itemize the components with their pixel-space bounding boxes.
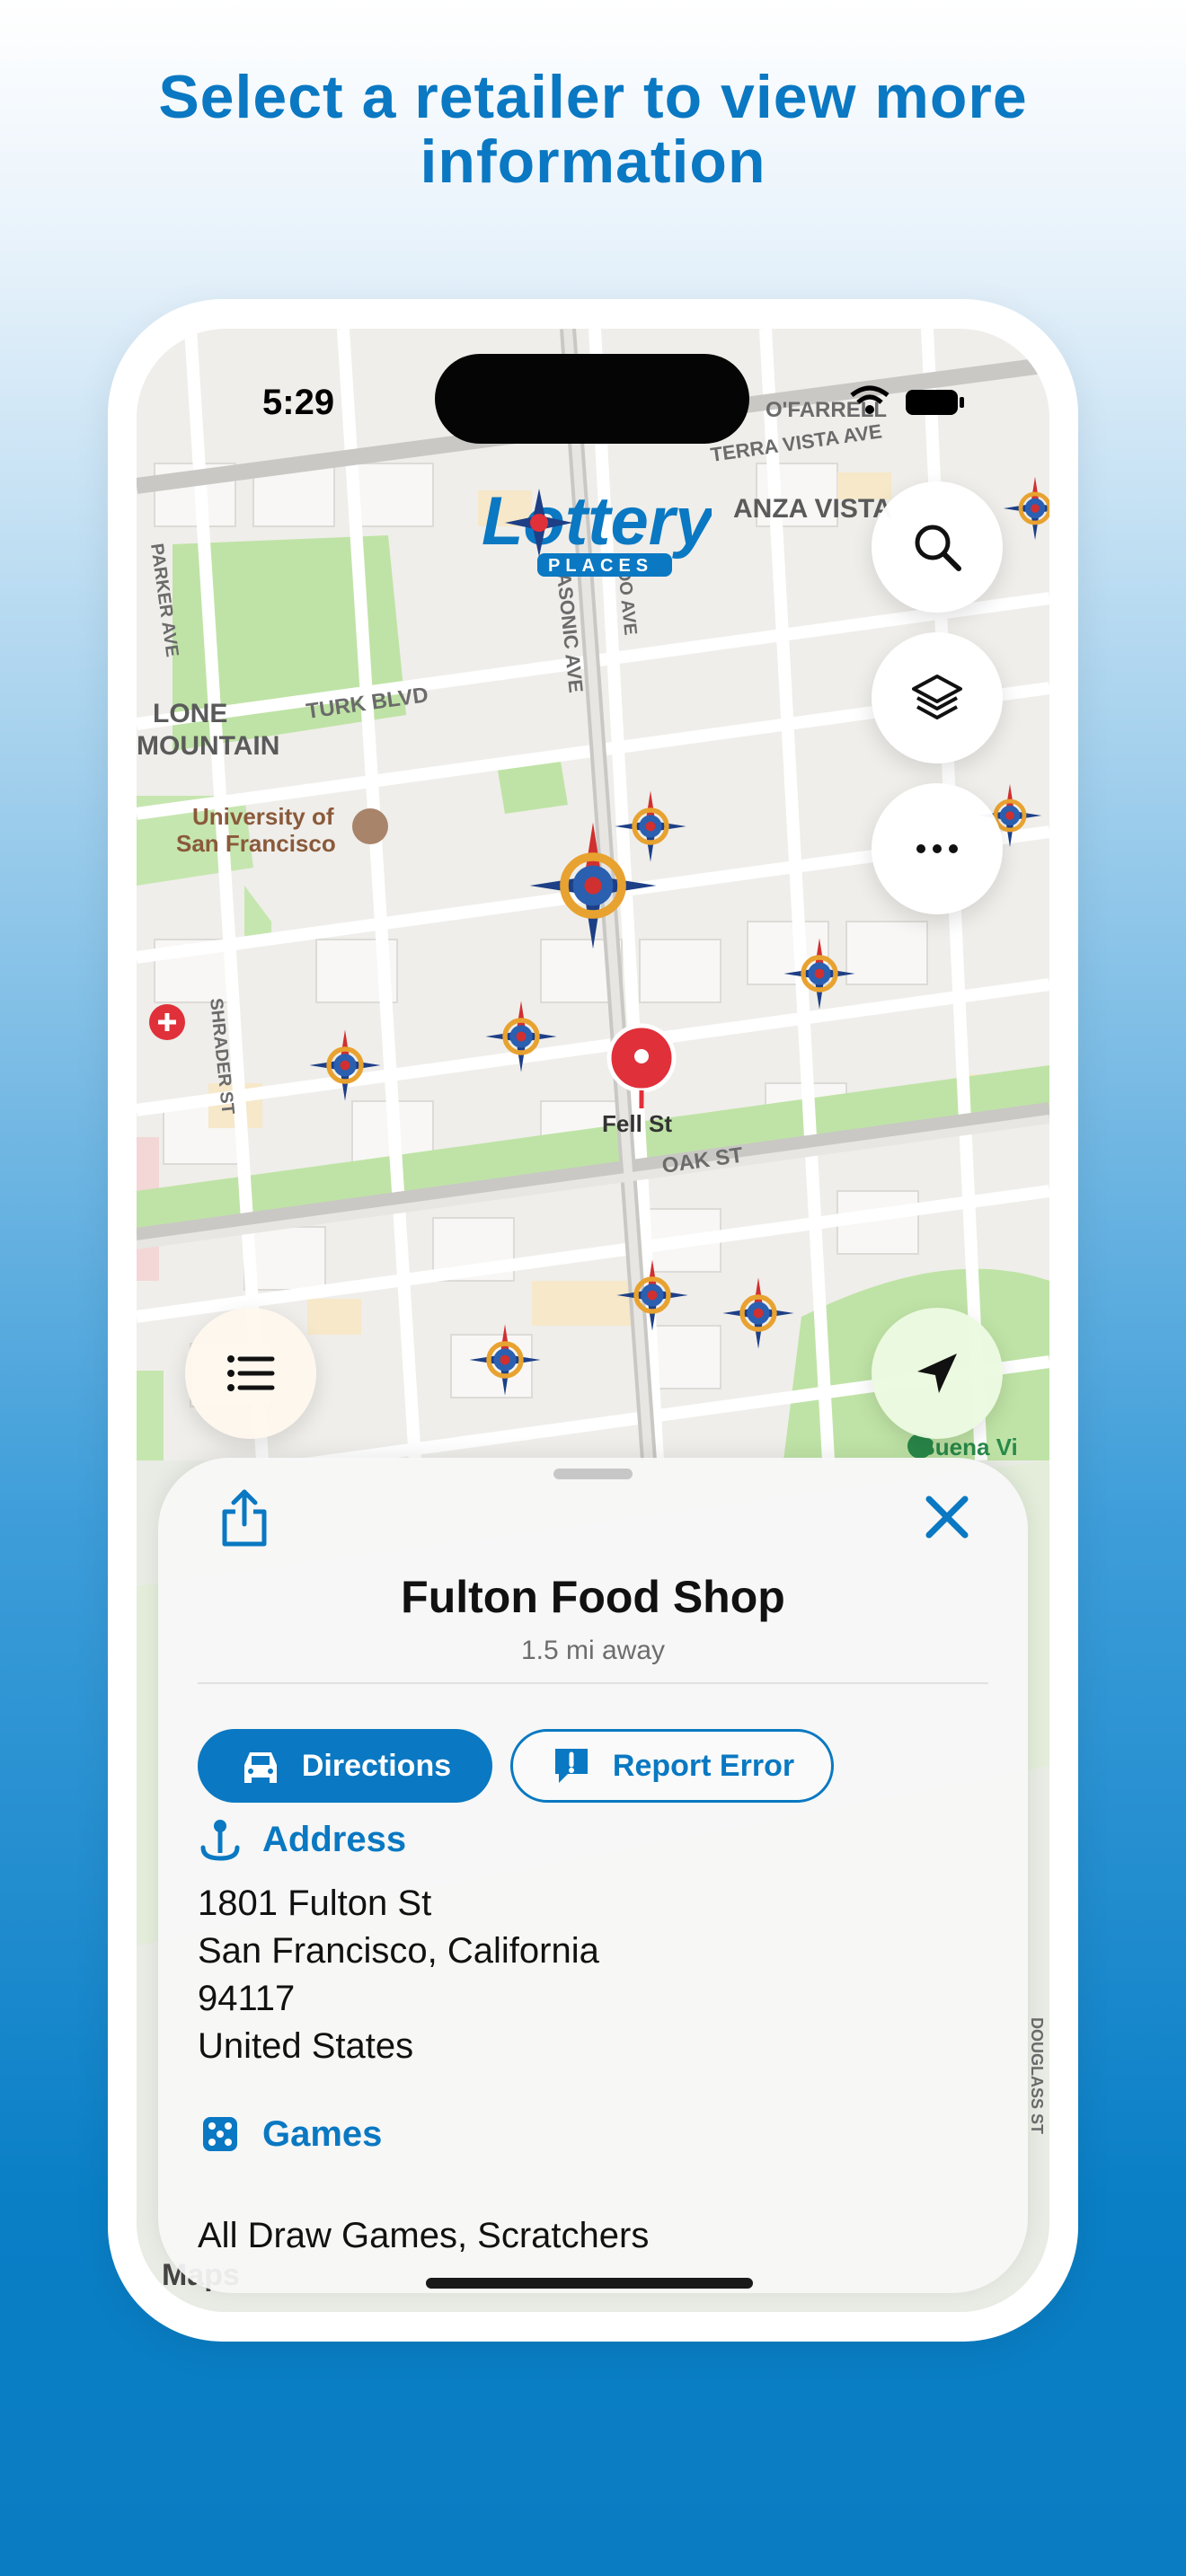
address-line: 94117 — [198, 1979, 296, 2018]
map-layers-button[interactable] — [872, 632, 1003, 763]
dynamic-island — [435, 354, 749, 444]
more-options-button[interactable] — [872, 783, 1003, 914]
report-exclamation-icon — [554, 1749, 588, 1783]
home-indicator[interactable] — [426, 2278, 753, 2289]
retailer-marker[interactable] — [783, 938, 855, 1010]
phone-screen: O'FARRELL TERRA VISTA AVE ANZA VISTA PAR… — [137, 329, 1049, 2312]
retailer-name: Fulton Food Shop — [401, 1572, 785, 1622]
search-icon — [915, 525, 961, 571]
status-time: 5:29 — [262, 383, 335, 422]
location-pin-icon — [200, 1820, 240, 1861]
list-icon — [227, 1355, 275, 1391]
list-view-button[interactable] — [185, 1308, 316, 1439]
share-icon[interactable] — [216, 1486, 273, 1549]
games-heading-label: Games — [262, 2113, 383, 2154]
games-heading: Games — [198, 2112, 382, 2157]
address-line: United States — [198, 2026, 414, 2066]
divider — [198, 1682, 988, 1684]
retailer-marker[interactable] — [485, 1001, 557, 1072]
headline: Select a retailer to view more informati… — [158, 63, 1028, 196]
map-label-douglass: DOUGLASS ST — [1028, 2017, 1046, 2134]
ellipsis-icon — [916, 844, 958, 853]
directions-label: Directions — [301, 1748, 452, 1783]
retailer-distance: 1.5 mi away — [520, 1636, 666, 1665]
address-line: San Francisco, California — [198, 1931, 599, 1971]
retailer-marker[interactable] — [616, 1259, 688, 1331]
retailer-marker[interactable] — [1003, 476, 1049, 541]
car-icon — [243, 1752, 277, 1783]
report-error-button[interactable]: Report Error — [510, 1729, 834, 1803]
retailer-marker[interactable] — [309, 1029, 381, 1101]
games-value: All Draw Games, Scratchers — [198, 2216, 650, 2255]
current-location-button[interactable] — [872, 1308, 1003, 1439]
address-heading-label: Address — [262, 1819, 407, 1859]
retailer-marker[interactable] — [615, 790, 686, 862]
sheet-grabber[interactable] — [553, 1469, 633, 1479]
report-error-label: Report Error — [612, 1748, 795, 1783]
svg-text:PLACES: PLACES — [548, 556, 653, 576]
status-icons — [850, 385, 964, 415]
layers-icon — [912, 675, 962, 719]
retailer-marker[interactable] — [529, 822, 657, 949]
address-heading: Address — [198, 1817, 406, 1862]
retailer-marker[interactable] — [469, 1324, 541, 1396]
directions-button[interactable]: Directions — [198, 1729, 492, 1803]
retailer-marker[interactable] — [722, 1277, 794, 1349]
compass-logo-icon: Lottery PLACES — [482, 483, 716, 577]
search-button[interactable] — [872, 481, 1003, 613]
dice-icon — [203, 2117, 237, 2151]
retailer-detail-sheet: Fulton Food Shop 1.5 mi away Directions … — [158, 1458, 1028, 2293]
location-arrow-icon — [917, 1354, 957, 1393]
close-icon[interactable] — [924, 1494, 970, 1540]
address-block: 1801 Fulton St San Francisco, California… — [198, 1880, 599, 2070]
lottery-places-logo: Lottery PLACES — [478, 476, 716, 584]
address-line: 1801 Fulton St — [198, 1883, 432, 1923]
